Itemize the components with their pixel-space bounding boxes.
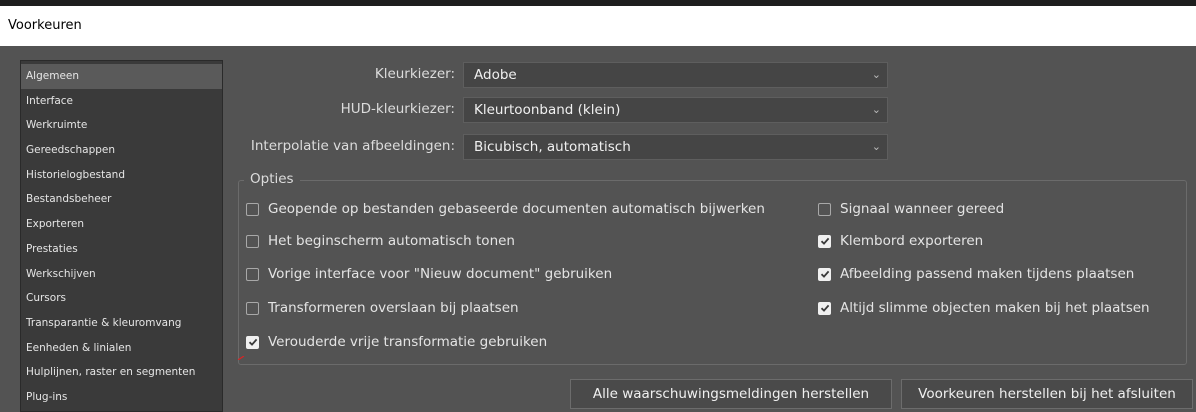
color-picker-select[interactable]: Adobe ⌄	[463, 62, 888, 88]
export-clipboard-checkbox[interactable]: Klembord exporteren	[818, 231, 983, 251]
checkbox-icon	[246, 234, 259, 248]
reset-preferences-on-quit-button[interactable]: Voorkeuren herstellen bij het afsluiten	[901, 379, 1193, 409]
sidebar-item-historielogbestand[interactable]: Historielogbestand	[21, 163, 222, 188]
reset-warnings-button[interactable]: Alle waarschuwingsmeldingen herstellen	[570, 379, 892, 409]
sidebar-item-algemeen[interactable]: Algemeen	[21, 64, 222, 89]
interpolation-label: Interpolatie van afbeeldingen:	[250, 138, 455, 154]
checkbox-label: Transformeren overslaan bij plaatsen	[268, 300, 519, 316]
window-title: Voorkeuren	[0, 6, 1196, 46]
color-picker-label: Kleurkiezer:	[374, 66, 455, 82]
checkbox-label: Verouderde vrije transformatie gebruiken	[268, 334, 548, 350]
checkmark-icon	[818, 234, 831, 248]
focus-marker-icon	[238, 356, 245, 360]
checkbox-label: Vorige interface voor "Nieuw document" g…	[268, 266, 613, 282]
checkbox-label: Geopende op bestanden gebaseerde documen…	[268, 201, 765, 217]
sidebar-item-eenheden[interactable]: Eenheden & linialen	[21, 336, 222, 361]
interpolation-select[interactable]: Bicubisch, automatisch ⌄	[463, 134, 888, 160]
sidebar-item-hulplijnen[interactable]: Hulplijnen, raster en segmenten	[21, 360, 222, 385]
checkbox-icon	[246, 202, 259, 216]
sidebar-item-gereedschappen[interactable]: Gereedschappen	[21, 138, 222, 163]
options-legend: Opties	[244, 171, 300, 187]
preferences-sidebar: Algemeen Interface Werkruimte Gereedscha…	[20, 60, 223, 412]
hud-color-picker-value: Kleurtoonband (klein)	[474, 102, 621, 118]
sidebar-item-interface[interactable]: Interface	[21, 89, 222, 114]
resize-image-on-place-checkbox[interactable]: Afbeelding passend maken tijdens plaatse…	[818, 264, 1134, 284]
auto-update-documents-checkbox[interactable]: Geopende op bestanden gebaseerde documen…	[246, 199, 765, 219]
checkmark-icon	[246, 335, 259, 349]
sidebar-item-exporteren[interactable]: Exporteren	[21, 212, 222, 237]
sidebar-item-cursors[interactable]: Cursors	[21, 286, 222, 311]
checkbox-label: Het beginscherm automatisch tonen	[268, 233, 515, 249]
checkbox-label: Afbeelding passend maken tijdens plaatse…	[840, 266, 1135, 282]
hud-color-picker-label: HUD-kleurkiezer:	[340, 101, 455, 117]
checkbox-label: Klembord exporteren	[840, 233, 984, 249]
chevron-down-icon: ⌄	[871, 68, 881, 81]
chevron-down-icon: ⌄	[871, 140, 881, 153]
sidebar-item-bestandsbeheer[interactable]: Bestandsbeheer	[21, 187, 222, 212]
checkbox-icon	[818, 202, 831, 216]
color-picker-value: Adobe	[474, 67, 517, 83]
checkbox-label: Altijd slimme objecten maken bij het pla…	[840, 300, 1150, 316]
checkbox-icon	[246, 301, 259, 315]
sidebar-item-plug-ins[interactable]: Plug-ins	[21, 385, 222, 410]
checkbox-label: Signaal wanneer gereed	[840, 201, 1005, 217]
legacy-free-transform-checkbox[interactable]: Verouderde vrije transformatie gebruiken	[246, 332, 547, 352]
sidebar-item-prestaties[interactable]: Prestaties	[21, 237, 222, 262]
show-start-screen-checkbox[interactable]: Het beginscherm automatisch tonen	[246, 231, 515, 251]
checkbox-icon	[246, 267, 259, 281]
legacy-new-document-checkbox[interactable]: Vorige interface voor "Nieuw document" g…	[246, 264, 612, 284]
interpolation-value: Bicubisch, automatisch	[474, 139, 631, 155]
sidebar-item-werkruimte[interactable]: Werkruimte	[21, 113, 222, 138]
always-smart-objects-checkbox[interactable]: Altijd slimme objecten maken bij het pla…	[818, 298, 1150, 318]
sidebar-item-transparantie[interactable]: Transparantie & kleuromvang	[21, 311, 222, 336]
chevron-down-icon: ⌄	[871, 103, 881, 116]
sidebar-item-werkschijven[interactable]: Werkschijven	[21, 262, 222, 287]
skip-transform-on-place-checkbox[interactable]: Transformeren overslaan bij plaatsen	[246, 298, 519, 318]
hud-color-picker-select[interactable]: Kleurtoonband (klein) ⌄	[463, 97, 888, 123]
checkmark-icon	[818, 267, 831, 281]
checkmark-icon	[818, 301, 831, 315]
signal-when-done-checkbox[interactable]: Signaal wanneer gereed	[818, 199, 1004, 219]
